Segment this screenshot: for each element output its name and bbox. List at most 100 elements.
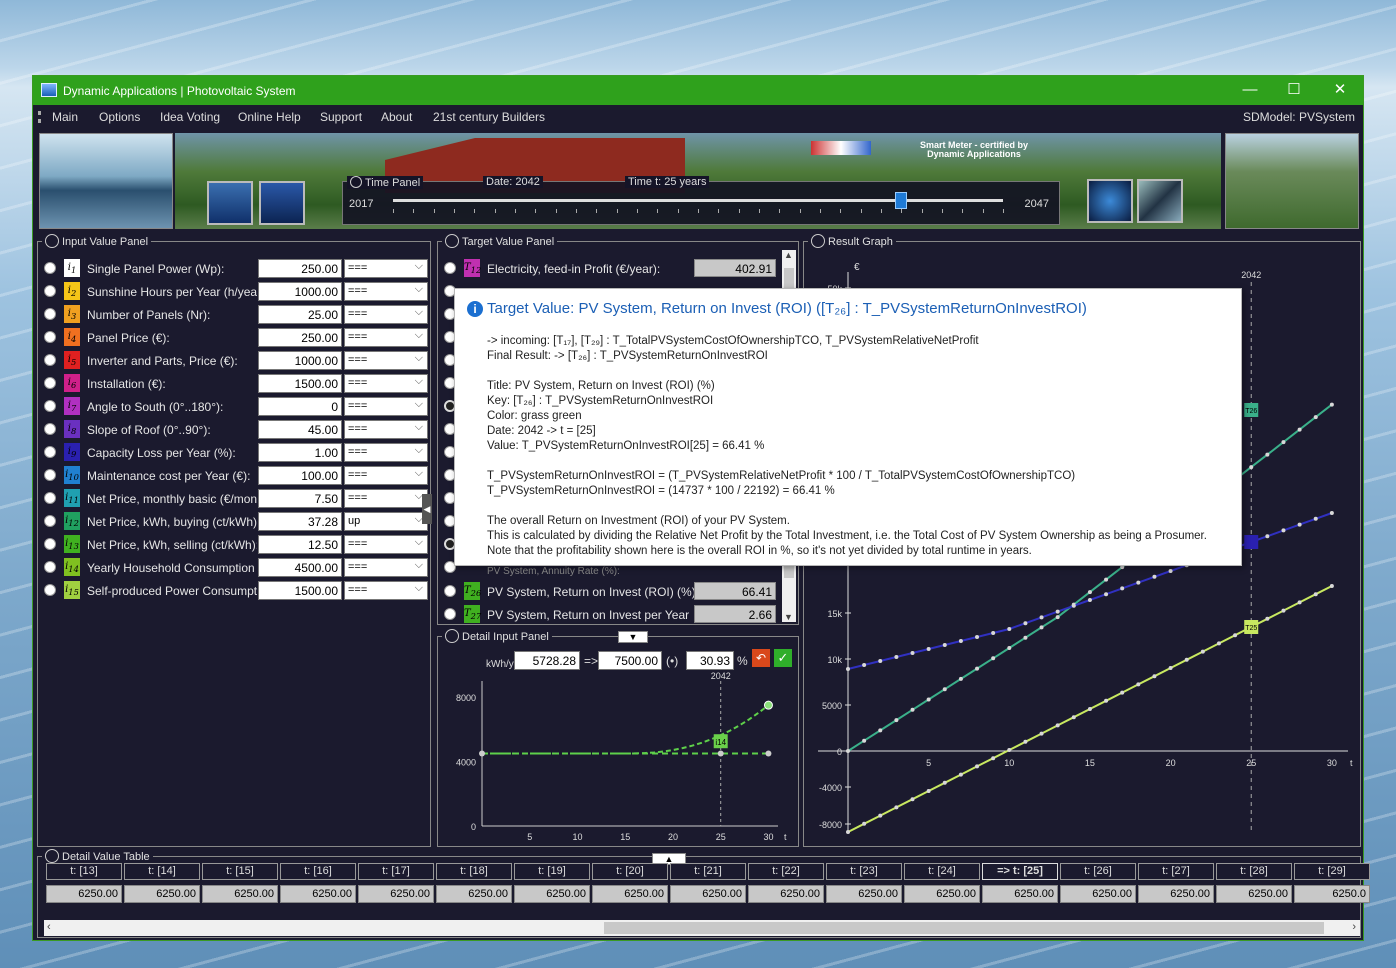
- target-row-12[interactable]: T12 Electricity, feed-in Profit (€/year)…: [438, 258, 798, 280]
- table-column-header[interactable]: t: [23]: [826, 863, 902, 880]
- radio-button[interactable]: [44, 584, 56, 596]
- thumb-lake-button[interactable]: [207, 181, 253, 225]
- mode-dropdown[interactable]: === ⌵: [344, 581, 428, 600]
- scroll-up-icon[interactable]: ▲: [784, 250, 793, 260]
- radio-button[interactable]: [44, 285, 56, 297]
- mode-dropdown[interactable]: === ⌵: [344, 259, 428, 278]
- input-value-field[interactable]: 37.28: [258, 512, 342, 531]
- input-value-field[interactable]: 1.00: [258, 443, 342, 462]
- input-value-field[interactable]: 100.00: [258, 466, 342, 485]
- time-slider-track[interactable]: [393, 199, 1003, 202]
- menu-options[interactable]: Options: [99, 110, 140, 124]
- input-row-3[interactable]: i3 Number of Panels (Nr): 25.00 === ⌵: [38, 304, 430, 326]
- mode-dropdown[interactable]: === ⌵: [344, 535, 428, 554]
- mode-dropdown[interactable]: === ⌵: [344, 466, 428, 485]
- mode-dropdown[interactable]: up ⌵: [344, 512, 428, 531]
- table-column-header[interactable]: t: [16]: [280, 863, 356, 880]
- collapse-arrow-icon[interactable]: ◀: [422, 494, 432, 524]
- table-hscrollbar[interactable]: ‹ ›: [44, 920, 1360, 936]
- undo-icon[interactable]: ↶: [752, 649, 770, 667]
- input-row-4[interactable]: i4 Panel Price (€): 250.00 === ⌵: [38, 327, 430, 349]
- mode-dropdown[interactable]: === ⌵: [344, 328, 428, 347]
- scroll-right-icon[interactable]: ›: [1352, 921, 1356, 933]
- input-row-15[interactable]: i15 Self-produced Power Consumption (1500…: [38, 580, 430, 602]
- table-column-header[interactable]: t: [15]: [202, 863, 278, 880]
- time-slider-thumb[interactable]: [895, 192, 908, 209]
- detail-input-chart[interactable]: 8000 4000 0 5 10 15 20 25 30 t 2042 i14: [438, 667, 798, 845]
- radio-button[interactable]: [44, 377, 56, 389]
- thumb-collage-button[interactable]: [1137, 179, 1183, 223]
- input-value-field[interactable]: 45.00: [258, 420, 342, 439]
- table-column-header[interactable]: t: [21]: [670, 863, 746, 880]
- radio-button[interactable]: [44, 561, 56, 573]
- radio-button[interactable]: [44, 354, 56, 366]
- radio-button[interactable]: [44, 446, 56, 458]
- mode-dropdown[interactable]: === ⌵: [344, 420, 428, 439]
- input-row-6[interactable]: i6 Installation (€): 1500.00 === ⌵: [38, 373, 430, 395]
- radio-button[interactable]: [444, 262, 456, 274]
- input-value-field[interactable]: 12.50: [258, 535, 342, 554]
- menu-online-help[interactable]: Online Help: [238, 110, 301, 124]
- mode-dropdown[interactable]: === ⌵: [344, 558, 428, 577]
- apply-check-icon[interactable]: ✓: [774, 649, 792, 667]
- input-row-9[interactable]: i9 Capacity Loss per Year (%): 1.00 === ⌵: [38, 442, 430, 464]
- mode-dropdown[interactable]: === ⌵: [344, 374, 428, 393]
- minimize-button[interactable]: —: [1235, 80, 1265, 100]
- table-column-header[interactable]: t: [28]: [1216, 863, 1292, 880]
- menu-main[interactable]: Main: [52, 110, 78, 124]
- table-column-header[interactable]: t: [17]: [358, 863, 434, 880]
- scrollbar-thumb[interactable]: [604, 922, 1324, 934]
- mode-dropdown[interactable]: === ⌵: [344, 489, 428, 508]
- table-column-header[interactable]: t: [13]: [46, 863, 122, 880]
- menu-about[interactable]: About: [381, 110, 412, 124]
- radio-button[interactable]: [444, 608, 456, 620]
- radio-button[interactable]: [44, 331, 56, 343]
- input-value-field[interactable]: 250.00: [258, 259, 342, 278]
- radio-button[interactable]: [44, 423, 56, 435]
- target-row-27[interactable]: T27 PV System, Return on Invest per Year…: [438, 604, 798, 626]
- table-column-header[interactable]: t: [19]: [514, 863, 590, 880]
- radio-button[interactable]: [44, 538, 56, 550]
- input-value-field[interactable]: 1000.00: [258, 351, 342, 370]
- input-value-field[interactable]: 1500.00: [258, 581, 342, 600]
- input-row-10[interactable]: i10 Maintenance cost per Year (€): 100.00 =…: [38, 465, 430, 487]
- collapse-down-icon[interactable]: ▼: [618, 631, 648, 643]
- mode-dropdown[interactable]: === ⌵: [344, 397, 428, 416]
- maximize-button[interactable]: ☐: [1279, 80, 1309, 100]
- thumb-earth-button[interactable]: [1087, 179, 1133, 223]
- input-value-field[interactable]: 1000.00: [258, 282, 342, 301]
- input-row-5[interactable]: i5 Inverter and Parts, Price (€): 1000.00 =…: [38, 350, 430, 372]
- menu-21st-century-builders[interactable]: 21st century Builders: [433, 110, 545, 124]
- input-row-13[interactable]: i13 Net Price, kWh, selling (ct/kWh): 12.5…: [38, 534, 430, 556]
- radio-button[interactable]: [444, 585, 456, 597]
- input-row-2[interactable]: i2 Sunshine Hours per Year (h/year): 1000.…: [38, 281, 430, 303]
- mode-dropdown[interactable]: === ⌵: [344, 351, 428, 370]
- menu-support[interactable]: Support: [320, 110, 362, 124]
- menu-idea-voting[interactable]: Idea Voting: [160, 110, 220, 124]
- radio-button[interactable]: [44, 308, 56, 320]
- radio-button[interactable]: [44, 400, 56, 412]
- radio-button[interactable]: [44, 469, 56, 481]
- input-row-14[interactable]: i14 Yearly Household Consumption (kW4500.…: [38, 557, 430, 579]
- mode-dropdown[interactable]: === ⌵: [344, 443, 428, 462]
- input-row-12[interactable]: i12 Net Price, kWh, buying (ct/kWh): 37.28…: [38, 511, 430, 533]
- thumb-door-button[interactable]: [259, 181, 305, 225]
- table-column-header[interactable]: t: [29]: [1294, 863, 1370, 880]
- input-row-11[interactable]: i11 Net Price, monthly basic (€/month): 7.…: [38, 488, 430, 510]
- input-value-field[interactable]: 4500.00: [258, 558, 342, 577]
- table-column-header[interactable]: t: [14]: [124, 863, 200, 880]
- radio-button[interactable]: [44, 492, 56, 504]
- table-column-header[interactable]: t: [22]: [748, 863, 824, 880]
- input-value-field[interactable]: 1500.00: [258, 374, 342, 393]
- table-column-header[interactable]: t: [27]: [1138, 863, 1214, 880]
- input-row-7[interactable]: i7 Angle to South (0°..180°): 0 === ⌵: [38, 396, 430, 418]
- input-value-field[interactable]: 25.00: [258, 305, 342, 324]
- radio-button[interactable]: [44, 262, 56, 274]
- table-column-header[interactable]: t: [20]: [592, 863, 668, 880]
- mode-radio[interactable]: (•): [666, 654, 678, 668]
- table-column-header[interactable]: t: [24]: [904, 863, 980, 880]
- scroll-left-icon[interactable]: ‹: [47, 921, 51, 933]
- target-row-26[interactable]: T26 PV System, Return on Invest (ROI) (%…: [438, 581, 798, 603]
- scroll-down-icon[interactable]: ▼: [784, 612, 793, 622]
- table-column-header[interactable]: t: [18]: [436, 863, 512, 880]
